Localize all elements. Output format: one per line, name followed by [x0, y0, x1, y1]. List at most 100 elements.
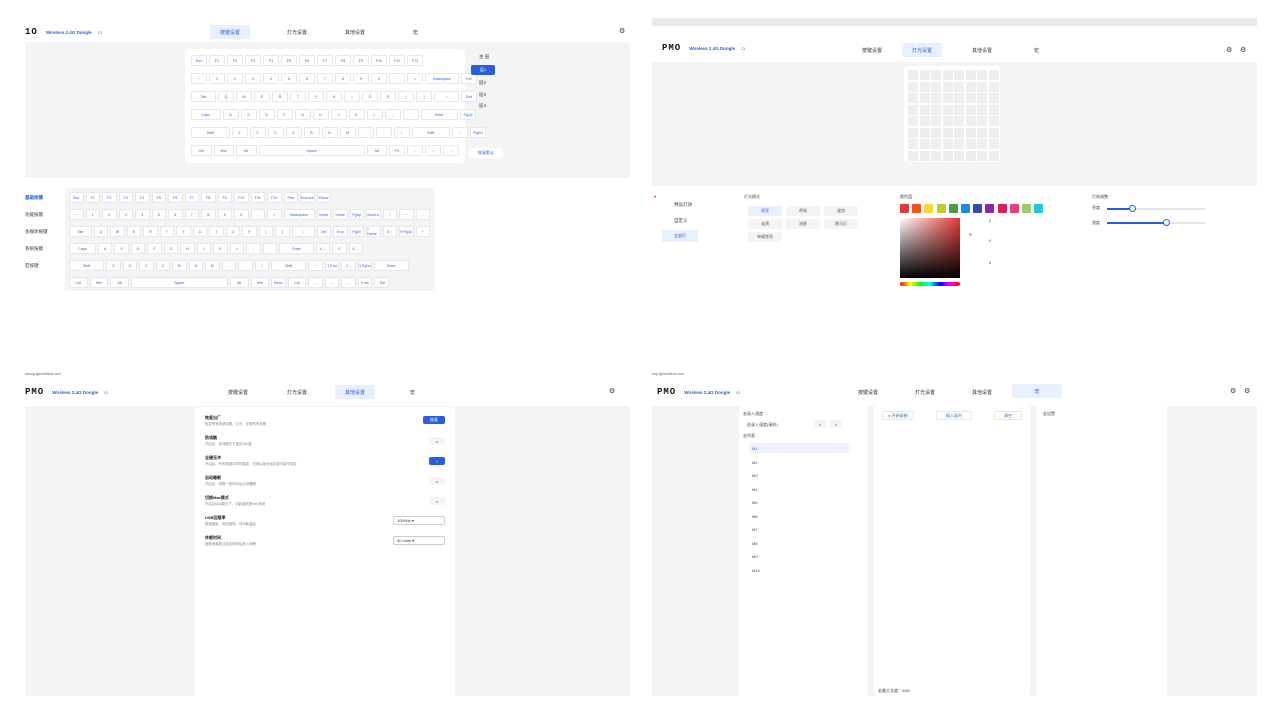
key[interactable]: Z [106, 260, 121, 271]
key[interactable]: F10 [234, 192, 249, 203]
key[interactable]: → [443, 145, 459, 156]
key[interactable]: ← [407, 145, 423, 156]
key[interactable]: ↑ [452, 127, 468, 138]
key[interactable]: Shift [411, 127, 450, 138]
key[interactable]: / [382, 209, 397, 220]
key[interactable]: 2 [227, 73, 243, 84]
led-cell[interactable] [931, 93, 941, 103]
key[interactable]: 7 Home [366, 226, 381, 237]
key[interactable]: 6 → [348, 243, 364, 254]
key[interactable]: = [407, 73, 423, 84]
key[interactable]: 1 [85, 209, 100, 220]
value-g[interactable]: 0 [989, 238, 991, 243]
key[interactable]: M [339, 127, 356, 138]
led-cell[interactable] [919, 104, 930, 115]
key[interactable]: K [213, 243, 228, 254]
macro-item[interactable]: M10 [749, 565, 849, 575]
led-cell[interactable] [954, 127, 964, 138]
tab-other-settings[interactable]: 其他设置 [962, 43, 1002, 57]
key[interactable]: D [258, 109, 275, 120]
key[interactable]: - [415, 209, 430, 220]
key[interactable]: 7 [317, 73, 333, 84]
key[interactable]: F12 [267, 192, 282, 203]
key[interactable]: \ [291, 226, 315, 237]
key[interactable]: X [122, 260, 138, 271]
led-cell[interactable] [919, 150, 930, 161]
led-cell[interactable] [988, 139, 999, 149]
key[interactable]: T [159, 226, 175, 237]
key[interactable]: / [393, 127, 410, 138]
key[interactable]: 0 [234, 209, 249, 220]
key[interactable]: Y [176, 226, 191, 237]
key[interactable]: 4 [135, 209, 150, 220]
key[interactable]: F2 [227, 55, 243, 66]
key[interactable]: = [267, 209, 282, 220]
key[interactable]: 4 ← [315, 243, 331, 254]
key[interactable]: F5 [281, 55, 297, 66]
tab-key-settings[interactable]: 按键设置 [852, 43, 892, 57]
led-cell[interactable] [977, 104, 987, 115]
key[interactable]: ] [416, 91, 432, 102]
tab-other-settings[interactable]: 其他设置 [335, 385, 376, 399]
clear-button[interactable]: 清空 [994, 411, 1022, 420]
url-text[interactable]: strong.lgmwhiteok.com [25, 372, 61, 376]
key[interactable]: , [357, 127, 374, 138]
key[interactable]: Esc [69, 192, 84, 203]
led-cell[interactable] [908, 127, 918, 138]
led-cell[interactable] [965, 127, 976, 138]
key[interactable]: G [294, 109, 311, 120]
key[interactable]: F1 [209, 55, 225, 66]
key[interactable]: M [205, 260, 220, 271]
led-cell[interactable] [942, 127, 953, 138]
macro-item[interactable]: M7 [749, 524, 849, 534]
led-cell[interactable] [942, 70, 953, 80]
key[interactable]: - [389, 73, 405, 84]
color-swatch[interactable] [961, 204, 970, 213]
effect-button[interactable]: 跑马灯 [824, 219, 858, 229]
led-cell[interactable] [954, 104, 964, 115]
key[interactable]: Q [93, 226, 109, 237]
color-swatch[interactable] [936, 204, 946, 213]
key[interactable]: 5 [281, 73, 297, 84]
key[interactable]: A [97, 243, 113, 254]
reset-default-button[interactable]: 恢复默认 [469, 148, 503, 158]
key[interactable]: C [267, 127, 284, 138]
key[interactable]: Ctrl [69, 277, 88, 288]
key[interactable]: Insert [316, 209, 331, 220]
key[interactable]: B [303, 127, 320, 138]
led-cell[interactable] [954, 70, 964, 80]
key[interactable]: [ [258, 226, 274, 237]
led-cell[interactable] [988, 93, 999, 103]
led-cell[interactable] [908, 139, 918, 149]
effect-button[interactable]: 单键常亮 [748, 232, 782, 242]
key[interactable]: Win [89, 277, 109, 288]
led-cell[interactable] [942, 116, 953, 126]
toggle-switch[interactable]: × [429, 437, 445, 445]
led-cell[interactable] [977, 116, 987, 126]
key[interactable]: 5 [151, 209, 166, 220]
key[interactable]: PgDn [470, 127, 486, 138]
color-swatch[interactable] [924, 204, 934, 213]
key[interactable]: . [375, 127, 392, 138]
key[interactable]: F8 [201, 192, 216, 203]
key[interactable]: Space [258, 145, 365, 156]
value-r[interactable]: 0 [989, 218, 991, 223]
key[interactable]: U [192, 226, 208, 237]
key[interactable]: Q [218, 91, 234, 102]
key[interactable]: S [240, 109, 257, 120]
led-cell[interactable] [908, 81, 918, 92]
key[interactable]: NumLk [366, 209, 381, 220]
effect-button[interactable]: 常亮 [748, 206, 782, 216]
led-cell[interactable] [954, 139, 964, 149]
tab-light-settings[interactable]: 灯光设置 [902, 43, 943, 57]
tab-key-settings[interactable]: 按键设置 [210, 25, 251, 39]
key[interactable]: K [348, 109, 365, 120]
key[interactable]: Del [316, 226, 331, 237]
key[interactable]: F2 [102, 192, 117, 203]
led-cell[interactable] [954, 93, 964, 103]
key[interactable]: Tab [69, 226, 92, 237]
tab-light-settings[interactable]: 灯光设置 [905, 385, 945, 399]
gear-icon[interactable]: ⚙ [619, 27, 625, 35]
led-cell[interactable] [965, 70, 976, 80]
key[interactable]: Y [308, 91, 324, 102]
